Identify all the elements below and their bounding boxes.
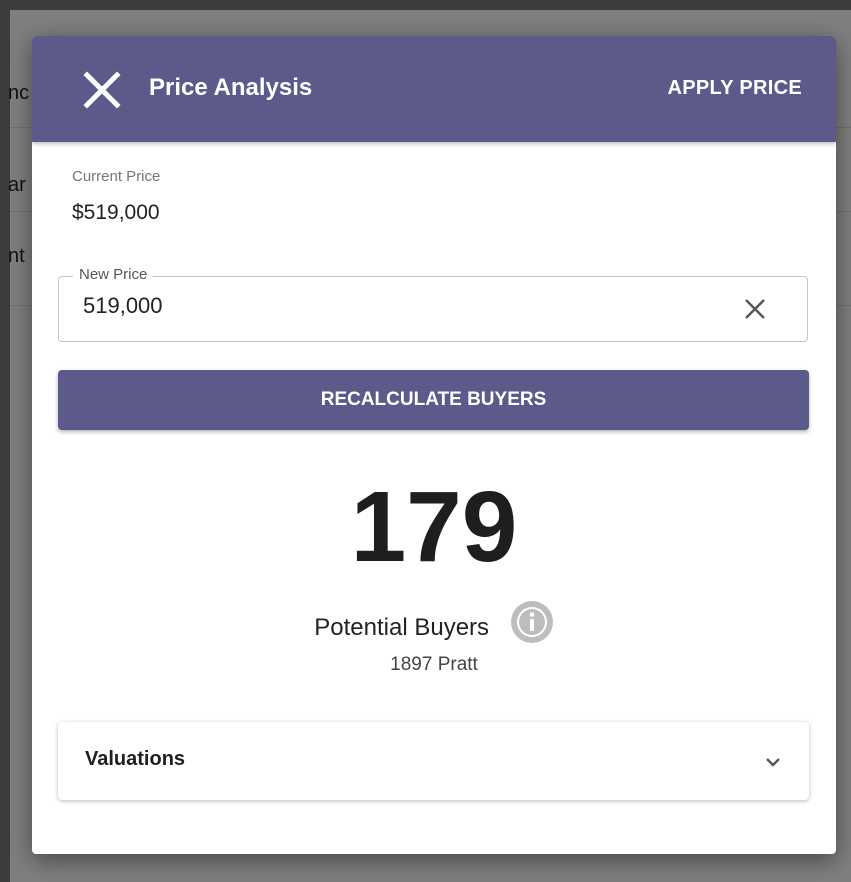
close-button[interactable] <box>82 70 122 110</box>
recalculate-buyers-button[interactable]: RECALCULATE BUYERS <box>58 370 809 430</box>
clear-price-button[interactable] <box>743 297 767 321</box>
dialog-title: Price Analysis <box>149 74 313 101</box>
price-analysis-dialog: Price Analysis APPLY PRICE Current Price… <box>32 36 836 854</box>
dialog-header: Price Analysis APPLY PRICE <box>32 36 836 142</box>
info-button[interactable] <box>510 600 554 644</box>
valuations-panel[interactable]: Valuations <box>58 722 809 800</box>
chevron-down-icon <box>766 758 780 767</box>
new-price-field[interactable]: New Price <box>58 265 808 342</box>
valuations-label: Valuations <box>85 748 186 770</box>
current-price-label: Current Price <box>72 168 161 185</box>
potential-buyers-label: Potential Buyers <box>314 614 490 641</box>
clear-icon <box>745 299 765 319</box>
info-icon <box>510 601 553 643</box>
close-icon <box>83 71 121 109</box>
new-price-label: New Price <box>73 265 154 285</box>
property-address: 1897 Pratt <box>390 654 478 675</box>
apply-price-button[interactable]: APPLY PRICE <box>668 72 802 104</box>
current-price-value: $519,000 <box>72 201 160 224</box>
new-price-input[interactable] <box>83 293 683 319</box>
buyer-count: 179 <box>350 471 518 583</box>
potential-buyers-row: Potential Buyers <box>32 601 836 650</box>
